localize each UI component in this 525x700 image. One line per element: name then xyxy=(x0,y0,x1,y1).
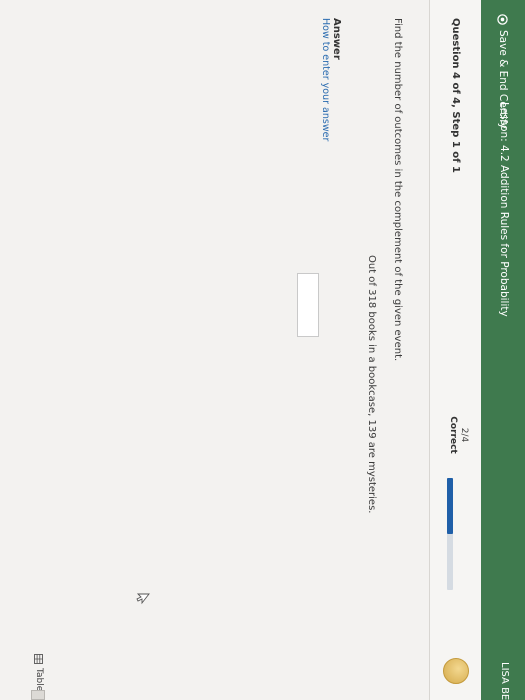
progress-bar xyxy=(447,478,453,590)
photo-background: Save & End Certify Lesson: 4.2 Addition … xyxy=(0,0,525,700)
lesson-title: Lesson: 4.2 Addition Rules for Probabili… xyxy=(498,102,510,317)
screen: Save & End Certify Lesson: 4.2 Addition … xyxy=(0,0,525,700)
problem-statement: Out of 318 books in a bookcase, 139 are … xyxy=(366,255,377,514)
score-status: Correct xyxy=(448,416,458,454)
answer-input[interactable] xyxy=(297,273,319,337)
table-icon xyxy=(34,654,44,664)
question-title: Question 4 of 4, Step 1 of 1 xyxy=(450,18,461,173)
keypad-button[interactable] xyxy=(31,690,45,700)
how-to-enter-link[interactable]: How to enter your answer xyxy=(320,18,331,141)
circle-dot-icon xyxy=(497,14,509,25)
top-bar: Save & End Certify Lesson: 4.2 Addition … xyxy=(481,0,525,700)
user-name[interactable]: LISA BEB xyxy=(499,662,510,700)
mouse-cursor-icon xyxy=(136,593,150,605)
answer-label: Answer xyxy=(331,18,342,60)
question-header: Question 4 of 4, Step 1 of 1 2/4 Correct xyxy=(429,0,481,700)
progress-fill xyxy=(447,478,453,534)
instruction-text: Find the number of outcomes in the compl… xyxy=(392,18,403,362)
coin-icon[interactable] xyxy=(443,658,469,684)
score-block: 2/4 Correct xyxy=(447,410,469,460)
score-value: 2/4 xyxy=(459,427,469,443)
